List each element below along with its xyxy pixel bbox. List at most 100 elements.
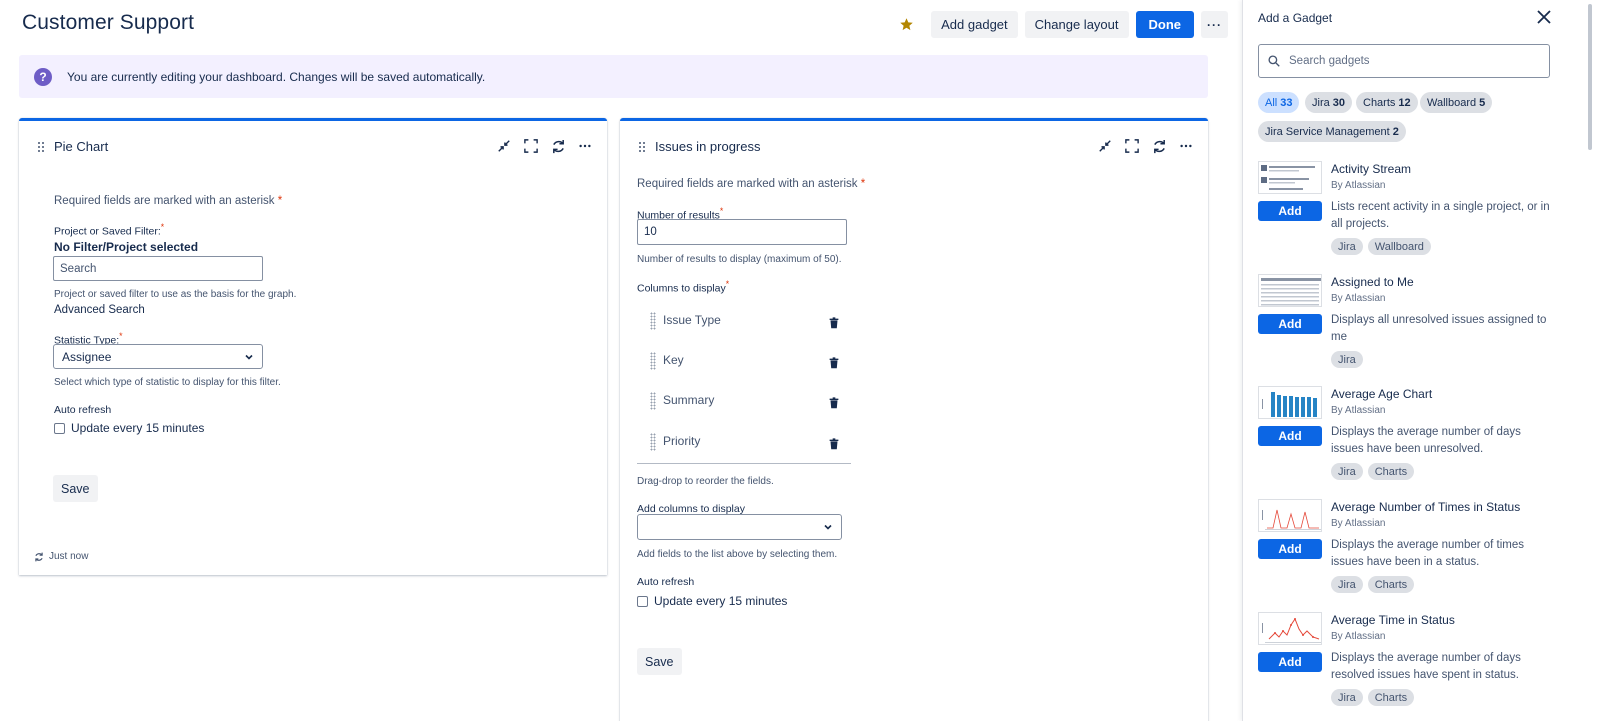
edit-banner: ? You are currently editing your dashboa… — [19, 55, 1208, 98]
chip-jira[interactable]: Jira 30 — [1305, 92, 1352, 113]
maximize-icon[interactable] — [523, 138, 539, 154]
more-icon[interactable] — [1178, 138, 1194, 154]
gadget-list-item: Add Assigned to Me By Atlassian Displays… — [1258, 274, 1558, 386]
search-placeholder: Search gadgets — [1289, 55, 1370, 67]
gadget-name: Average Number of Times in Status — [1331, 500, 1521, 514]
chip-jira-service-management[interactable]: Jira Service Management 2 — [1258, 121, 1406, 142]
gadget-tags: Jira Charts — [1331, 463, 1415, 480]
chevron-down-icon — [245, 354, 253, 360]
checkbox-box[interactable] — [637, 595, 648, 607]
column-row[interactable]: Issue Type — [647, 305, 853, 341]
trash-icon[interactable] — [827, 396, 841, 410]
drag-handle-icon[interactable] — [650, 433, 656, 451]
gadget-tags: Jira Charts — [1331, 576, 1415, 593]
column-row[interactable]: Priority — [647, 426, 853, 462]
gadget-tags: Jira Charts — [1331, 689, 1415, 706]
statistic-type-select[interactable]: Assignee — [53, 344, 263, 369]
gadget-title: Pie Chart — [54, 139, 109, 154]
drag-handle-icon[interactable] — [650, 352, 656, 370]
gadget-description: Lists recent activity in a single projec… — [1331, 201, 1550, 230]
results-help: Number of results to display (maximum of… — [637, 254, 842, 265]
change-layout-button[interactable]: Change layout — [1024, 11, 1129, 38]
chip-wallboard[interactable]: Wallboard 5 — [1420, 92, 1493, 113]
trash-icon[interactable] — [827, 316, 841, 330]
gadget-list-item: Add Activity Stream By Atlassian Lists r… — [1258, 161, 1558, 273]
auto-refresh-checkbox[interactable]: Update every 15 minutes — [637, 594, 787, 608]
column-name: Priority — [663, 434, 701, 448]
maximize-icon[interactable] — [1124, 138, 1140, 154]
gadget-name: Average Time in Status — [1331, 613, 1455, 627]
statistic-help: Select which type of statistic to displa… — [54, 377, 281, 388]
page-title: Customer Support — [22, 11, 195, 34]
required-note: Required fields are marked with an aster… — [54, 195, 283, 207]
add-gadget-button[interactable]: Add — [1258, 426, 1322, 446]
add-columns-select[interactable] — [637, 514, 842, 540]
star-icon[interactable] — [894, 12, 918, 38]
refresh-icon[interactable] — [550, 138, 566, 154]
tag: Jira — [1331, 463, 1363, 480]
add-gadget-button[interactable]: Add — [1258, 652, 1322, 672]
tag: Jira — [1331, 238, 1363, 255]
last-refreshed: Just now — [34, 551, 88, 562]
more-icon[interactable] — [577, 138, 593, 154]
tag: Wallboard — [1367, 238, 1431, 255]
minimize-icon[interactable] — [496, 138, 512, 154]
filter-value: No Filter/Project selected — [54, 240, 199, 254]
auto-refresh-checkbox[interactable]: Update every 15 minutes — [54, 421, 204, 435]
drag-handle-icon[interactable] — [638, 141, 646, 153]
trash-icon[interactable] — [827, 356, 841, 370]
add-gadget-button[interactable]: Add — [1258, 314, 1322, 334]
auto-refresh-label: Auto refresh — [54, 404, 112, 416]
drag-handle-icon[interactable] — [37, 141, 45, 153]
tag: Jira — [1331, 689, 1363, 706]
activity-stream-thumbnail — [1258, 161, 1322, 194]
gadget-tags: Jira — [1331, 351, 1363, 368]
refresh-icon[interactable] — [1151, 138, 1167, 154]
pie-chart-gadget: Pie Chart Required fields are marked wit… — [19, 118, 607, 575]
trash-icon[interactable] — [827, 437, 841, 451]
column-row[interactable]: Key — [647, 345, 853, 381]
average-time-in-status-thumbnail — [1258, 612, 1322, 645]
panel-title: Add a Gadget — [1258, 11, 1333, 25]
add-gadget-button[interactable]: Add — [1258, 539, 1322, 559]
scrollbar-thumb[interactable] — [1588, 4, 1592, 150]
number-of-results-input[interactable]: 10 — [637, 219, 847, 245]
gadget-description: Displays the average number of times iss… — [1331, 539, 1525, 568]
gadget-author: By Atlassian — [1331, 180, 1386, 191]
minimize-icon[interactable] — [1097, 138, 1113, 154]
columns-help: Drag-drop to reorder the fields. — [637, 476, 774, 487]
average-age-chart-thumbnail — [1258, 386, 1322, 419]
tag: Charts — [1367, 576, 1415, 593]
gadget-author: By Atlassian — [1331, 293, 1386, 304]
gadget-name: Assigned to Me — [1331, 275, 1414, 289]
add-gadget-button[interactable]: Add — [1258, 201, 1322, 221]
drag-handle-icon[interactable] — [650, 312, 656, 330]
add-gadget-button[interactable]: Add gadget — [931, 11, 1018, 38]
chip-all[interactable]: All 33 — [1258, 92, 1300, 113]
checkbox-box[interactable] — [54, 422, 65, 434]
gadget-list-item: Add Average Number of Times in Status By… — [1258, 499, 1558, 611]
close-icon[interactable] — [1536, 9, 1552, 25]
more-actions-button[interactable]: ··· — [1201, 11, 1228, 38]
auto-refresh-label: Auto refresh — [637, 576, 695, 588]
gadget-list-item: Add Average Age Chart By Atlassian Displ… — [1258, 386, 1558, 498]
page-scrollbar[interactable] — [1568, 0, 1600, 721]
filter-search-input[interactable]: Search — [53, 256, 263, 281]
divider — [637, 463, 851, 464]
chip-charts[interactable]: Charts 12 — [1356, 92, 1418, 113]
refresh-icon[interactable] — [34, 552, 44, 562]
tag: Jira — [1331, 576, 1363, 593]
column-row[interactable]: Summary — [647, 385, 853, 421]
advanced-search-link[interactable]: Advanced Search — [54, 304, 145, 316]
drag-handle-icon[interactable] — [650, 392, 656, 410]
tag: Charts — [1367, 463, 1415, 480]
save-button[interactable]: Save — [53, 475, 98, 502]
gadget-search-input[interactable]: Search gadgets — [1258, 44, 1550, 78]
gadget-name: Average Age Chart — [1331, 387, 1433, 401]
filter-help: Project or saved filter to use as the ba… — [54, 289, 297, 300]
issues-in-progress-gadget: Issues in progress Required fields are m… — [620, 118, 1208, 721]
done-button[interactable]: Done — [1135, 11, 1194, 38]
dashboard-main: Customer Support Add gadget Change layou… — [0, 0, 1240, 721]
save-button[interactable]: Save — [637, 648, 682, 675]
gadget-actions — [1097, 138, 1194, 154]
